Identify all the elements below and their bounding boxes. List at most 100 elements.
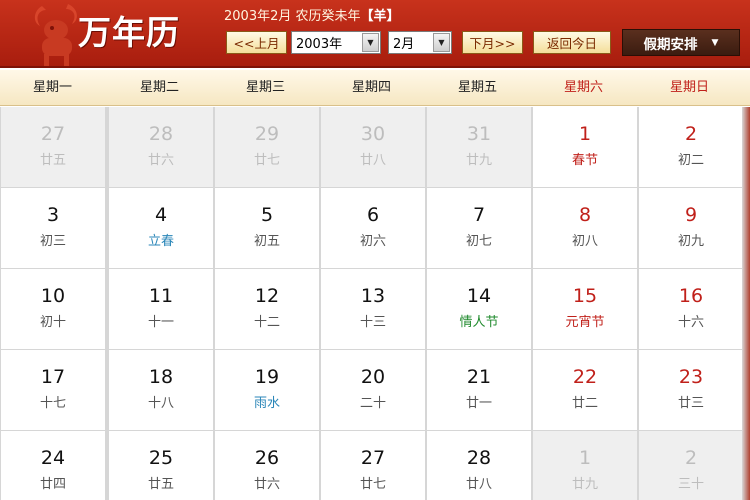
chevron-down-icon[interactable]: ▼: [433, 33, 450, 52]
day-number: 16: [678, 285, 704, 307]
weekday-label: 星期日: [669, 80, 709, 95]
day-number: 3: [46, 204, 60, 226]
grid-edge: [742, 107, 750, 500]
day-number: 2: [684, 123, 698, 145]
day-cell[interactable]: 9 初九: [639, 188, 743, 268]
day-cell[interactable]: 5 初五: [215, 188, 319, 268]
day-cell[interactable]: 30 廿八: [321, 107, 425, 187]
lunar-date: 初七: [465, 234, 492, 249]
day-cell[interactable]: 11 十一: [109, 269, 213, 349]
zodiac-label: 【羊】: [360, 9, 400, 24]
app-title: 万年历: [78, 13, 180, 52]
day-cell[interactable]: 2 初二: [639, 107, 743, 187]
day-number: 19: [254, 366, 280, 388]
day-cell[interactable]: 18 十八: [109, 350, 213, 430]
weekday-label: 星期五: [457, 80, 497, 95]
day-cell[interactable]: 29 廿七: [215, 107, 319, 187]
day-cell[interactable]: 8 初八: [533, 188, 637, 268]
day-cell[interactable]: 16 十六: [639, 269, 743, 349]
day-cell[interactable]: 23 廿三: [639, 350, 743, 430]
day-cell[interactable]: 20 二十: [321, 350, 425, 430]
lunar-date: 廿一: [465, 396, 492, 411]
day-cell[interactable]: 2 三十: [639, 431, 743, 500]
lunar-date: 春节: [571, 153, 598, 168]
lunar-date: 初十: [39, 315, 66, 330]
day-cell[interactable]: 17 十七: [1, 350, 105, 430]
year-select[interactable]: 2003年 ▼: [291, 31, 381, 54]
day-number: 14: [466, 285, 492, 307]
day-cell[interactable]: 25 廿五: [109, 431, 213, 500]
day-cell[interactable]: 12 十二: [215, 269, 319, 349]
lunar-date: 廿三: [677, 396, 704, 411]
day-cell[interactable]: 4 立春: [109, 188, 213, 268]
lunar-date: 廿八: [465, 477, 492, 492]
day-number: 13: [360, 285, 386, 307]
day-cell[interactable]: 27 廿五: [1, 107, 105, 187]
today-button[interactable]: 返回今日: [533, 31, 611, 54]
day-number: 18: [148, 366, 174, 388]
day-number: 25: [148, 447, 174, 469]
lunar-date: 初五: [253, 234, 280, 249]
day-cell[interactable]: 24 廿四: [1, 431, 105, 500]
lunar-date: 廿六: [147, 153, 174, 168]
lunar-date: 廿六: [253, 477, 280, 492]
lunar-date: 初六: [359, 234, 386, 249]
weekday-label: 星期六: [563, 80, 603, 95]
day-cell[interactable]: 6 初六: [321, 188, 425, 268]
weekday-label: 星期一: [32, 80, 72, 95]
day-cell[interactable]: 26 廿六: [215, 431, 319, 500]
lunar-date: 廿七: [253, 153, 280, 168]
month-select-value: 2月: [393, 37, 415, 52]
day-cell[interactable]: 19 雨水: [215, 350, 319, 430]
day-number: 27: [360, 447, 386, 469]
day-number: 5: [260, 204, 274, 226]
day-number: 9: [684, 204, 698, 226]
day-number: 2: [684, 447, 698, 469]
day-cell[interactable]: 1 春节: [533, 107, 637, 187]
day-number: 27: [40, 123, 66, 145]
holiday-schedule-button[interactable]: 假期安排 ▼: [622, 29, 740, 56]
day-cell[interactable]: 10 初十: [1, 269, 105, 349]
day-number: 15: [572, 285, 598, 307]
prev-month-button[interactable]: <<上月: [226, 31, 287, 54]
day-cell[interactable]: 22 廿二: [533, 350, 637, 430]
lunar-date: 二十: [359, 396, 386, 411]
day-number: 7: [472, 204, 486, 226]
day-number: 20: [360, 366, 386, 388]
lunar-date: 十六: [677, 315, 704, 330]
day-cell[interactable]: 21 廿一: [427, 350, 531, 430]
day-cell[interactable]: 7 初七: [427, 188, 531, 268]
day-cell[interactable]: 1 廿九: [533, 431, 637, 500]
lunar-date: 十三: [359, 315, 386, 330]
next-month-button[interactable]: 下月>>: [462, 31, 523, 54]
lunar-date: 廿五: [39, 153, 66, 168]
day-number: 12: [254, 285, 280, 307]
lunar-date: 初九: [677, 234, 704, 249]
weekday-label: 星期四: [351, 80, 391, 95]
day-cell[interactable]: 14 情人节: [427, 269, 531, 349]
month-select[interactable]: 2月 ▼: [388, 31, 452, 54]
day-number: 29: [254, 123, 280, 145]
day-cell[interactable]: 27 廿七: [321, 431, 425, 500]
day-number: 10: [40, 285, 66, 307]
day-cell[interactable]: 13 十三: [321, 269, 425, 349]
day-number: 31: [466, 123, 492, 145]
year-select-value: 2003年: [296, 37, 343, 52]
lunar-date: 十八: [147, 396, 174, 411]
holiday-schedule-label: 假期安排: [643, 36, 698, 53]
lunar-date: 三十: [677, 477, 704, 492]
day-cell[interactable]: 15 元宵节: [533, 269, 637, 349]
lunar-date: 十一: [147, 315, 174, 330]
calendar-grid: 27 廿五 28 廿六 29 廿七 30 廿八 31 廿九 1 春节 2 初二 3 初三 4 立春 5 初五 6 初六 7 初…: [0, 107, 750, 500]
lunar-date: 情人节: [459, 315, 499, 330]
lunar-date: 雨水: [253, 396, 280, 411]
date-info-text: 2003年2月 农历癸未年: [224, 9, 361, 24]
lunar-date: 廿九: [571, 477, 598, 492]
day-cell[interactable]: 31 廿九: [427, 107, 531, 187]
lunar-date: 廿四: [39, 477, 66, 492]
day-cell[interactable]: 3 初三: [1, 188, 105, 268]
chevron-down-icon[interactable]: ▼: [362, 33, 379, 52]
date-info: 2003年2月 农历癸未年【羊】: [224, 5, 400, 24]
day-cell[interactable]: 28 廿六: [109, 107, 213, 187]
day-cell[interactable]: 28 廿八: [427, 431, 531, 500]
